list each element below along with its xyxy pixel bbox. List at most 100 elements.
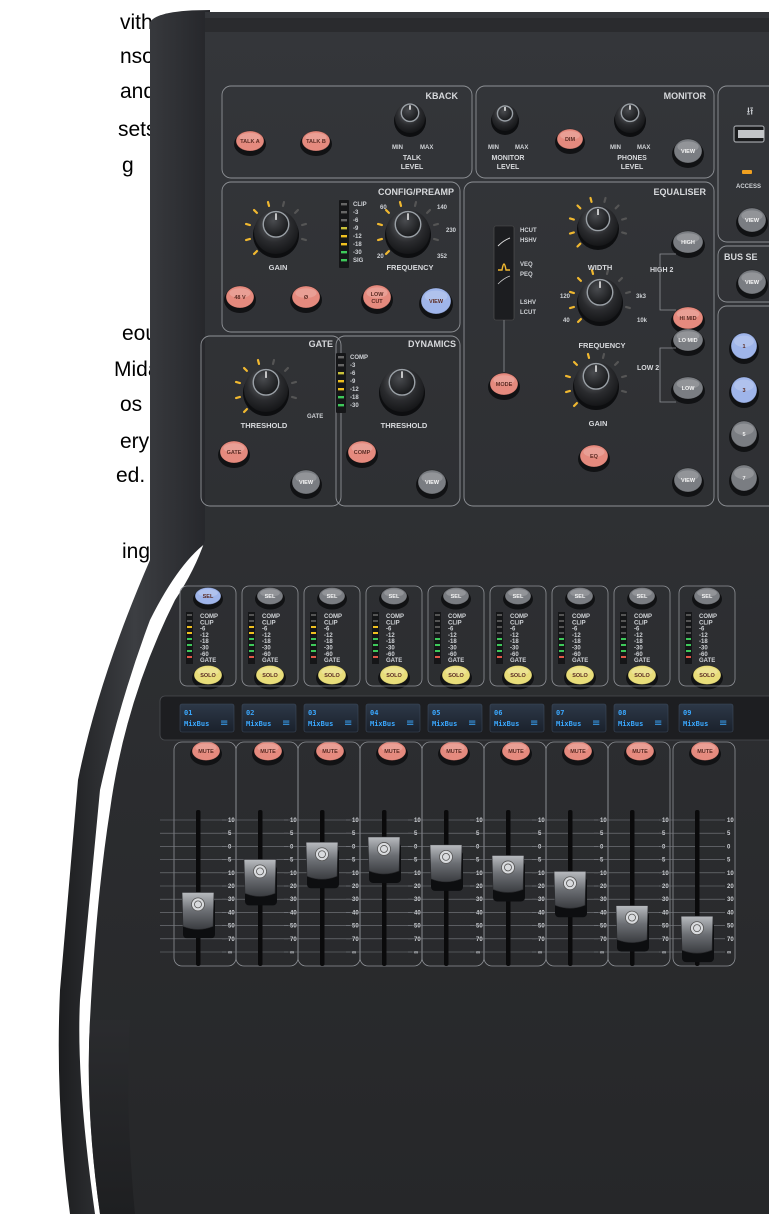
dynamics-view-button[interactable]: VIEW bbox=[416, 469, 448, 499]
fader-cap-09[interactable] bbox=[680, 915, 714, 963]
meter-label: -12 bbox=[572, 633, 581, 639]
fader-cap-05[interactable] bbox=[429, 844, 463, 891]
low-cut-button[interactable]: LOWCUT bbox=[361, 284, 393, 314]
meter-label: -9 bbox=[350, 379, 356, 385]
sel-button-01[interactable]: SEL bbox=[193, 587, 223, 610]
button-label: 7 bbox=[742, 476, 745, 482]
fader-cap-07[interactable] bbox=[553, 870, 587, 918]
dyn-threshold-knob[interactable] bbox=[379, 368, 425, 416]
phase-invert-button[interactable]: Ø bbox=[290, 285, 322, 313]
scale-tick: 40 bbox=[600, 910, 607, 916]
scale-tick: ∞ bbox=[290, 950, 294, 956]
channel-number: 03 bbox=[308, 709, 316, 717]
mute-button-07[interactable]: MUTE bbox=[562, 741, 594, 766]
meter-label: -12 bbox=[699, 633, 708, 639]
dim-button[interactable]: DIM bbox=[555, 128, 585, 154]
scale-tick: 20 bbox=[600, 884, 607, 890]
sel-button-07[interactable]: SEL bbox=[565, 587, 595, 610]
mute-button-09[interactable]: MUTE bbox=[689, 741, 721, 766]
monitor-level-knob[interactable] bbox=[491, 105, 519, 135]
talk-b-button[interactable]: TALK B bbox=[300, 130, 332, 156]
meter-label: -30 bbox=[510, 646, 519, 652]
eq-button[interactable]: EQ bbox=[578, 444, 610, 472]
gate-tag: GATE bbox=[307, 414, 323, 420]
scale-tick: ∞ bbox=[476, 950, 480, 956]
meter-label: -60 bbox=[386, 652, 395, 658]
meter-label: COMP bbox=[386, 614, 404, 620]
usb-view-button[interactable]: VIEW bbox=[736, 207, 768, 237]
meter-label: -30 bbox=[353, 250, 362, 256]
meter-label: -60 bbox=[200, 652, 209, 658]
button-label: VIEW bbox=[681, 478, 696, 484]
preamp-view-button[interactable]: VIEW bbox=[419, 287, 453, 319]
scale-tick: 50 bbox=[538, 924, 545, 930]
meter-label: -18 bbox=[510, 639, 519, 645]
meter-label: CLIP bbox=[324, 620, 338, 626]
button-label: SOLO bbox=[572, 673, 588, 679]
sel-button-08[interactable]: SEL bbox=[627, 587, 657, 610]
scale-tick: 40 bbox=[290, 910, 297, 916]
console-top-rail bbox=[205, 18, 769, 32]
phones-level-label: PHONES bbox=[617, 155, 647, 162]
fader-cap-02[interactable] bbox=[243, 859, 277, 906]
meter-label: GATE bbox=[572, 658, 588, 664]
fader-cap-06[interactable] bbox=[491, 855, 525, 902]
gate-view-button[interactable]: VIEW bbox=[290, 469, 322, 499]
eq-lo-mid-button[interactable]: LO MID bbox=[671, 328, 705, 356]
mute-button-05[interactable]: MUTE bbox=[438, 741, 470, 766]
sel-button-04[interactable]: SEL bbox=[379, 587, 409, 610]
sel-button-09[interactable]: SEL bbox=[692, 587, 722, 610]
talk-a-button[interactable]: TALK A bbox=[234, 130, 266, 156]
mute-button-06[interactable]: MUTE bbox=[500, 741, 532, 766]
menu-icon: ≡ bbox=[468, 718, 476, 729]
comp-button[interactable]: COMP bbox=[346, 440, 378, 468]
sel-button-05[interactable]: SEL bbox=[441, 587, 471, 610]
eq-low-button[interactable]: LOW bbox=[671, 376, 705, 404]
meter-label: GATE bbox=[448, 658, 464, 664]
button-label: VIEW bbox=[425, 480, 440, 486]
button-label: TALK A bbox=[240, 139, 260, 145]
fader-cap-01[interactable] bbox=[181, 892, 215, 939]
meter-label: GATE bbox=[200, 658, 216, 664]
meter-label: -30 bbox=[634, 646, 643, 652]
scale-tick: 50 bbox=[414, 924, 421, 930]
mute-button-03[interactable]: MUTE bbox=[314, 741, 346, 766]
eq-high-button[interactable]: HIGH bbox=[671, 230, 705, 258]
mute-button-08[interactable]: MUTE bbox=[624, 741, 656, 766]
fader-cap-03[interactable] bbox=[305, 841, 339, 889]
phantom-48v-button[interactable]: 48 V bbox=[224, 285, 256, 313]
meter-label: -60 bbox=[448, 652, 457, 658]
channel-number: 05 bbox=[432, 709, 440, 717]
talk-level-knob[interactable] bbox=[394, 103, 426, 137]
eq-mode-button[interactable]: MODE bbox=[488, 372, 520, 400]
scale-tick: 50 bbox=[476, 924, 483, 930]
fader-cap-04[interactable] bbox=[367, 836, 401, 883]
sel-button-06[interactable]: SEL bbox=[503, 587, 533, 610]
usb-port[interactable] bbox=[733, 125, 765, 143]
midas-logo-icon bbox=[439, 849, 453, 864]
sel-button-03[interactable]: SEL bbox=[317, 587, 347, 610]
meter-label: -30 bbox=[350, 403, 359, 409]
width-label: WIDTH bbox=[588, 263, 613, 272]
monitor-view-button[interactable]: VIEW bbox=[672, 138, 704, 168]
scale-tick: ∞ bbox=[352, 950, 356, 956]
scale-tick: 10 bbox=[228, 871, 235, 877]
button-label: Ø bbox=[304, 295, 309, 301]
channel-number: 07 bbox=[556, 709, 564, 717]
sel-button-02[interactable]: SEL bbox=[255, 587, 285, 610]
menu-icon: ≡ bbox=[654, 718, 662, 729]
fader-cap-08[interactable] bbox=[615, 905, 649, 952]
gate-button[interactable]: GATE bbox=[218, 440, 250, 468]
bus-view-button[interactable]: VIEW bbox=[736, 269, 768, 299]
eq-freq-scale: 40 bbox=[563, 318, 570, 324]
accessory-label: ACCESS bbox=[736, 184, 761, 190]
mute-button-04[interactable]: MUTE bbox=[376, 741, 408, 766]
scale-tick: 70 bbox=[538, 937, 545, 943]
meter-label: -30 bbox=[448, 646, 457, 652]
scale-tick: 40 bbox=[476, 910, 483, 916]
menu-icon: ≡ bbox=[406, 718, 414, 729]
mute-button-01[interactable]: MUTE bbox=[190, 741, 222, 766]
mute-button-02[interactable]: MUTE bbox=[252, 741, 284, 766]
phones-level-knob[interactable] bbox=[614, 103, 646, 137]
eq-view-button[interactable]: VIEW bbox=[672, 467, 704, 497]
